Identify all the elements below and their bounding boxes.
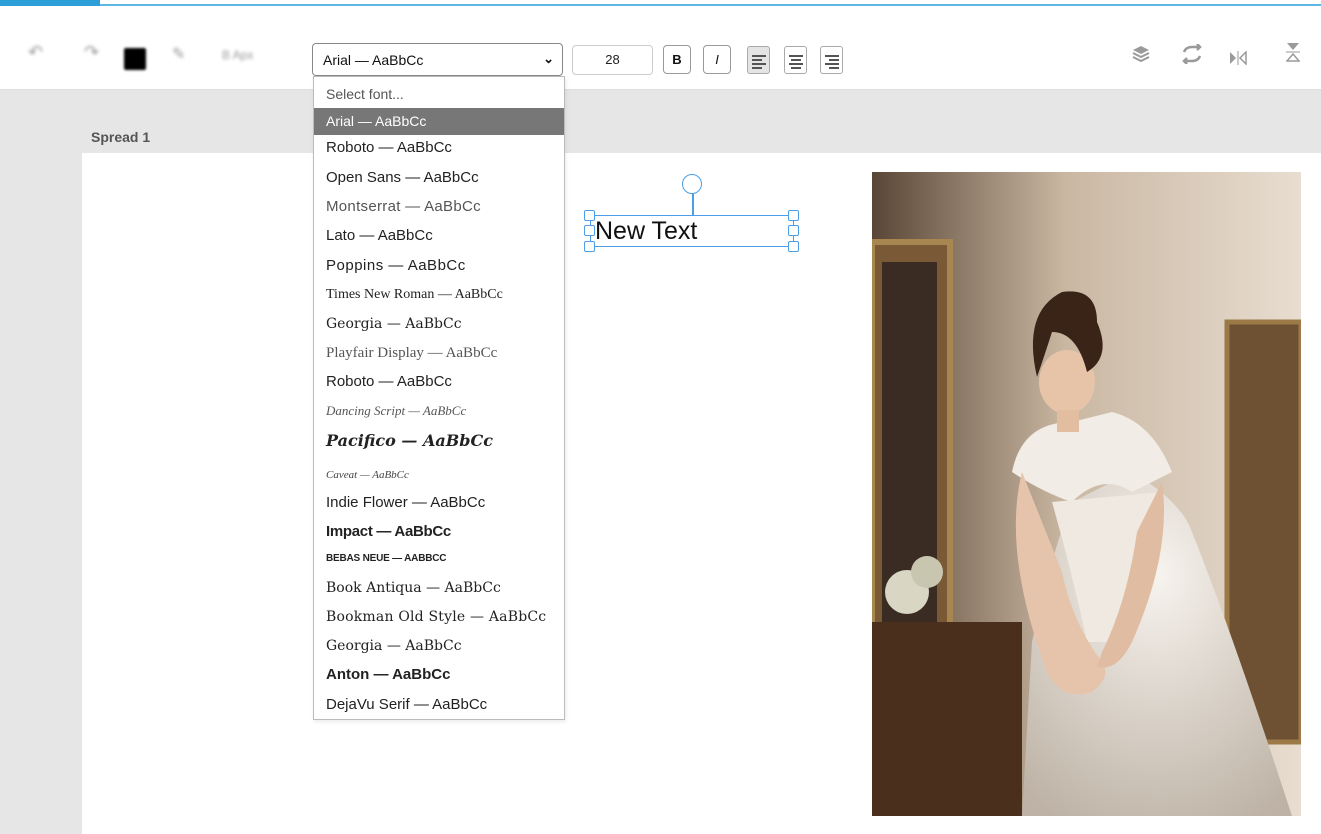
resize-handle-left[interactable]: [584, 225, 595, 236]
rotate-handle-stem: [692, 193, 694, 215]
eyedropper-icon[interactable]: ✎: [172, 44, 185, 64]
font-option-placeholder[interactable]: Select font...: [314, 81, 564, 107]
font-select-value: Arial — AaBbCc: [323, 52, 424, 68]
font-option-impact[interactable]: Impact — AaBbCc: [314, 519, 564, 545]
italic-button[interactable]: I: [703, 45, 731, 74]
font-option-montserrat[interactable]: Montserrat — AaBbCc: [314, 194, 564, 220]
font-option-pacifico[interactable]: Pacifico — AaBbCc: [314, 428, 564, 454]
undo-icon[interactable]: ↶: [28, 42, 43, 63]
resize-handle-top-right[interactable]: [788, 210, 799, 221]
sync-icon[interactable]: [1180, 43, 1204, 70]
spread-title: Spread 1: [91, 129, 151, 145]
text-toolbar: ↶ ↷ ✎ B Apx Arial — AaBbCc ⌄ 28 B I: [0, 8, 1321, 90]
blurred-label[interactable]: B Apx: [222, 48, 253, 62]
font-option-bebas-neue[interactable]: BEBAS NEUE — AABBCC: [314, 546, 564, 572]
bride-photo[interactable]: [872, 172, 1301, 816]
font-option-roboto[interactable]: Roboto — AaBbCc: [314, 135, 564, 161]
font-option-caveat[interactable]: Caveat — AaBbCc: [314, 462, 564, 488]
font-option-arial[interactable]: Arial — AaBbCc: [314, 108, 564, 135]
chevron-down-icon: ⌄: [543, 51, 554, 66]
font-option-bookman-old-style[interactable]: Bookman Old Style — AaBbCc: [314, 604, 564, 630]
font-option-dejavu-serif[interactable]: DejaVu Serif — AaBbCc: [314, 692, 564, 718]
font-option-anton[interactable]: Anton — AaBbCc: [314, 662, 564, 688]
resize-handle-bottom-left[interactable]: [584, 241, 595, 252]
align-right-button[interactable]: [820, 46, 843, 74]
font-option-playfair-display[interactable]: Playfair Display — AaBbCc: [314, 340, 564, 366]
font-option-times-new-roman[interactable]: Times New Roman — AaBbCc: [314, 282, 564, 308]
flip-horizontal-icon[interactable]: [1229, 48, 1247, 71]
font-option-georgia[interactable]: Georgia — AaBbCc: [314, 311, 564, 337]
color-swatch[interactable]: [124, 48, 146, 70]
font-option-indie-flower[interactable]: Indie Flower — AaBbCc: [314, 490, 564, 516]
tab-underline: [100, 4, 1321, 6]
font-family-select[interactable]: Arial — AaBbCc ⌄: [312, 43, 563, 76]
flip-vertical-icon[interactable]: [1285, 42, 1301, 68]
redo-icon[interactable]: ↷: [84, 42, 99, 63]
text-element[interactable]: New Text: [590, 215, 794, 247]
font-option-georgia-2[interactable]: Georgia — AaBbCc: [314, 633, 564, 659]
font-option-lato[interactable]: Lato — AaBbCc: [314, 223, 564, 249]
resize-handle-right[interactable]: [788, 225, 799, 236]
font-size-input[interactable]: 28: [572, 45, 653, 75]
rotate-handle[interactable]: [682, 174, 702, 194]
font-option-dancing-script[interactable]: Dancing Script — AaBbCc: [314, 398, 564, 424]
resize-handle-top-left[interactable]: [584, 210, 595, 221]
align-center-button[interactable]: [784, 46, 807, 74]
align-left-button[interactable]: [747, 46, 770, 74]
font-option-roboto-2[interactable]: Roboto — AaBbCc: [314, 369, 564, 395]
active-tab-indicator[interactable]: [0, 0, 100, 6]
resize-handle-bottom-right[interactable]: [788, 241, 799, 252]
top-tab-bar: [0, 0, 1321, 8]
font-option-book-antiqua[interactable]: Book Antiqua — AaBbCc: [314, 575, 564, 601]
text-element-content[interactable]: New Text: [595, 216, 697, 246]
bold-button[interactable]: B: [663, 45, 691, 74]
font-option-poppins[interactable]: Poppins — AaBbCc: [314, 253, 564, 279]
font-option-open-sans[interactable]: Open Sans — AaBbCc: [314, 165, 564, 191]
layers-icon[interactable]: [1131, 44, 1151, 70]
font-dropdown-list[interactable]: Select font... Arial — AaBbCc Roboto — A…: [313, 76, 565, 720]
